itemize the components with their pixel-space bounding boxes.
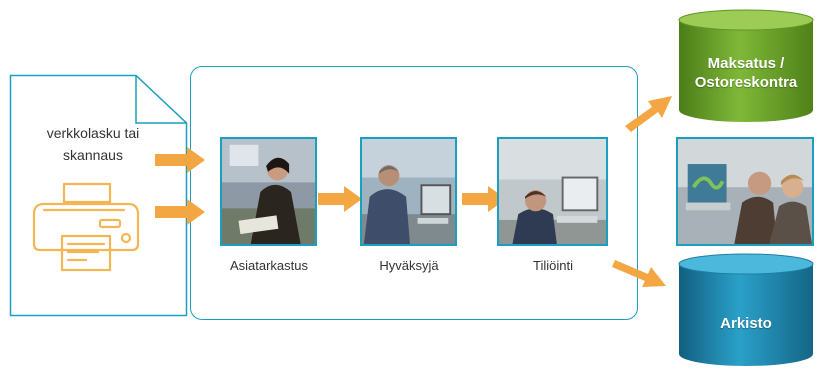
database-icon-archive xyxy=(678,253,814,366)
source-label-line2: skannaus xyxy=(63,147,123,163)
step-photo-asiatarkastus xyxy=(220,137,317,246)
source-label: verkkolasku tai skannaus xyxy=(18,122,168,166)
step-photo-tilointi xyxy=(497,137,608,246)
source-label-line1: verkkolasku tai xyxy=(46,125,140,141)
step-photo-hyvaksyja xyxy=(360,137,457,246)
printer-icon xyxy=(32,182,140,272)
payment-label-line2: Ostoreskontra xyxy=(694,74,798,91)
step-label-hyvaksyja: Hyväksyjä xyxy=(379,258,439,273)
arrow-icon xyxy=(612,260,666,287)
archive-label: Arkisto xyxy=(720,315,772,332)
arrow-icon xyxy=(155,199,205,225)
arrow-icon xyxy=(155,147,205,173)
payment-label: Maksatus / Ostoreskontra xyxy=(677,54,815,92)
step-label-asiatarkastus: Asiatarkastus xyxy=(229,258,309,273)
arrow-icon xyxy=(625,96,672,132)
payment-label-line1: Maksatus / xyxy=(707,55,785,72)
team-photo xyxy=(676,137,814,246)
step-label-tilointi: Tiliöinti xyxy=(533,258,573,273)
arrow-icon xyxy=(318,186,362,212)
